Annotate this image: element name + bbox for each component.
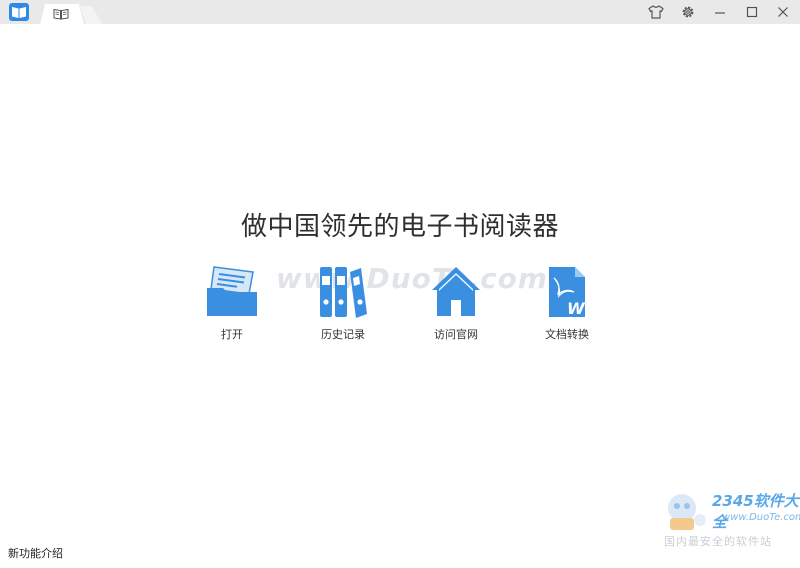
open-file-button[interactable]: 打开 [187,264,277,342]
open-file-label: 打开 [221,328,243,341]
visit-website-button[interactable]: 访问官网 [411,264,501,342]
slogan-heading: 做中国领先的电子书阅读器 [240,212,559,242]
open-book-icon [53,8,69,20]
svg-text:W: W [567,299,586,318]
tab-reader[interactable] [40,4,84,24]
doc-convert-label: 文档转换 [545,328,589,341]
maximize-button[interactable] [743,4,761,20]
mascot-icon [668,494,706,530]
home-icon [432,267,480,316]
visit-website-label: 访问官网 [434,328,478,341]
minimize-icon [715,12,725,14]
history-button[interactable]: 历史记录 [298,264,388,342]
gear-icon [682,6,694,18]
download-site-badge: 2345软件大全 www.DuoTe.com 国内最安全的软件站 [660,488,800,550]
shirt-icon [648,5,664,19]
close-icon [778,7,788,17]
skin-button[interactable] [647,4,665,20]
doc-convert-button[interactable]: W 文档转换 [522,264,612,342]
new-features-link[interactable]: 新功能介绍 [8,545,63,561]
close-button[interactable] [774,4,792,20]
history-label: 历史记录 [321,328,365,341]
folder-icon [207,266,257,316]
pdf-to-word-icon: W [549,267,586,318]
maximize-icon [746,6,758,18]
settings-button[interactable] [679,4,697,20]
badge-brand: 2345软件大全 [712,492,799,531]
minimize-button[interactable] [711,4,729,20]
title-bar [0,0,800,24]
badge-subtitle: 国内最安全的软件站 [664,535,772,548]
app-logo-icon [9,3,29,21]
binders-icon [320,267,367,318]
badge-site: www.DuoTe.com [722,512,800,523]
